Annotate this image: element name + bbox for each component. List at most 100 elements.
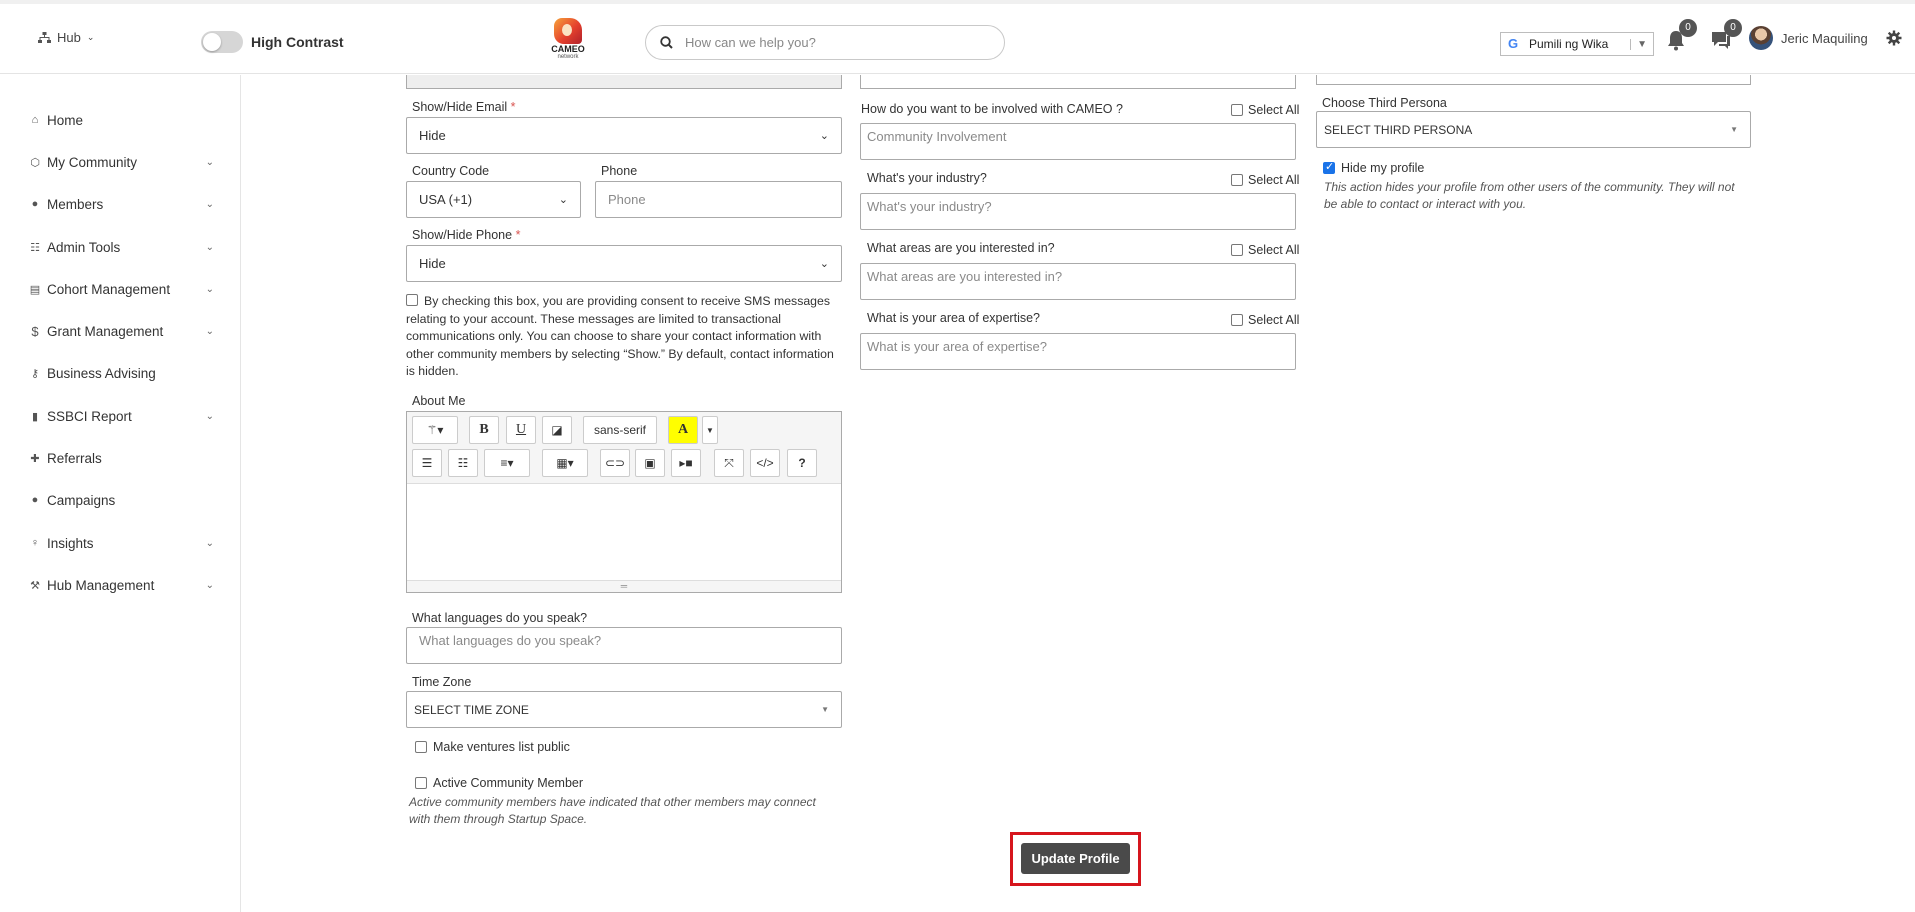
chevron-down-icon: ⌄ [819,258,829,270]
sidebar-item-label: Admin Tools [47,239,121,255]
expertise-input[interactable]: What is your area of expertise? [860,333,1296,370]
unordered-list-button[interactable]: ☰ [412,449,442,477]
user-plus-icon: ✚ [30,452,40,465]
interests-select-all[interactable]: Select All [1231,243,1299,257]
phone-label: Phone [601,164,638,178]
code-icon: </> [756,456,774,470]
ventures-public-option[interactable]: Make ventures list public [415,740,570,754]
timezone-value: SELECT TIME ZONE [414,702,529,717]
select-all-checkbox[interactable] [1231,104,1243,116]
dropdown-arrow-icon: ▼ [1730,125,1738,134]
image-button[interactable]: ▣ [635,449,665,477]
select-all-checkbox[interactable] [1231,244,1243,256]
hide-profile-option[interactable]: Hide my profile [1323,160,1424,175]
eraser-button[interactable]: ◪ [542,416,572,444]
sidebar-item-referrals[interactable]: ✚ Referrals [28,445,214,471]
expertise-label: What is your area of expertise? [867,311,1040,325]
help-button[interactable]: ? [787,449,817,477]
language-selector[interactable]: G Pumili ng Wika ▼ [1500,32,1654,56]
magic-wand-button[interactable]: ⚚▾ [412,416,458,444]
code-view-button[interactable]: </> [750,449,780,477]
bold-button[interactable]: B [469,416,499,444]
dropdown-arrow-icon: ▼ [821,705,829,714]
sidebar-item-my-community[interactable]: ⬡ My Community ⌄ [28,149,214,175]
gear-icon[interactable] [1886,30,1902,46]
search-input[interactable] [683,34,983,51]
active-member-option[interactable]: Active Community Member [415,776,583,790]
involvement-select-all[interactable]: Select All [1231,103,1299,117]
font-color-dropdown[interactable]: ▼ [702,416,718,444]
chevron-down-icon: ⌄ [205,156,214,168]
sidebar-item-home[interactable]: ⌂ Home [28,107,214,133]
chevron-down-icon: ⌄ [205,325,214,337]
numbered-list-icon: ☷ [457,456,469,470]
industry-label: What's your industry? [867,171,987,185]
email-field-clipped[interactable] [406,75,842,89]
second-persona-field-clipped[interactable] [1316,75,1751,85]
update-profile-button[interactable]: Update Profile [1021,843,1130,874]
hide-profile-checkbox[interactable] [1323,160,1335,174]
fullscreen-button[interactable]: ⤧ [714,449,744,477]
notifications-button[interactable]: 0 [1665,19,1697,55]
hub-menu[interactable]: Hub ⌄ [38,30,94,45]
toggle-switch[interactable] [201,31,243,53]
editor-resize-handle[interactable]: ═ [407,580,841,592]
involvement-input[interactable]: Community Involvement [860,123,1296,160]
phone-input[interactable]: Phone [595,181,842,218]
select-all-checkbox[interactable] [1231,174,1243,186]
select-all-checkbox[interactable] [1231,314,1243,326]
editor-toolbar: ⚚▾ B U ◪ sans-serif A ▼ ☰ ☷ ≡▾ ▦▾ ⊂⊃ ▣ ▸… [407,412,841,484]
active-member-checkbox[interactable] [415,777,427,789]
user-menu[interactable]: Jeric Maquiling [1749,26,1902,50]
top-bar: Hub ⌄ High Contrast CAMEO network G Pumi… [0,4,1915,74]
industry-input[interactable]: What's your industry? [860,193,1296,230]
country-code-select[interactable]: USA (+1) ⌄ [406,181,581,218]
link-icon: ⊂⊃ [604,456,626,470]
calendar-field-clipped[interactable] [860,75,1296,89]
ventures-public-checkbox[interactable] [415,741,427,753]
video-button[interactable]: ▸■ [671,449,701,477]
sidebar-item-label: My Community [47,154,138,170]
ordered-list-button[interactable]: ☷ [448,449,478,477]
sidebar-item-members[interactable]: ● Members ⌄ [28,191,214,217]
sidebar-item-label: Referrals [47,450,102,466]
sidebar-item-campaigns[interactable]: ● Campaigns [28,487,214,513]
cameo-logo[interactable]: CAMEO network [548,18,588,64]
cameo-logo-mark [554,18,582,44]
industry-select-all[interactable]: Select All [1231,173,1299,187]
sidebar-item-admin-tools[interactable]: ☷ Admin Tools ⌄ [28,234,214,260]
about-me-editor[interactable]: ⚚▾ B U ◪ sans-serif A ▼ ☰ ☷ ≡▾ ▦▾ ⊂⊃ ▣ ▸… [406,411,842,593]
underline-button[interactable]: U [506,416,536,444]
help-icon: ? [798,456,806,470]
sidebar-item-ssbci-report[interactable]: ▮ SSBCI Report ⌄ [28,403,214,429]
messages-button[interactable]: 0 [1710,19,1742,55]
third-persona-select[interactable]: SELECT THIRD PERSONA ▼ [1316,111,1751,148]
table-button[interactable]: ▦▾ [542,449,588,477]
search-bar[interactable] [645,25,1005,60]
show-email-select[interactable]: Hide ⌄ [406,117,842,154]
interests-input[interactable]: What areas are you interested in? [860,263,1296,300]
expertise-select-all[interactable]: Select All [1231,313,1299,327]
sidebar-item-insights[interactable]: ♀ Insights ⌄ [28,530,214,556]
sms-consent-checkbox[interactable] [406,294,418,307]
file-icon: ▮ [31,410,39,423]
font-color-button[interactable]: A [668,416,698,444]
third-persona-value: SELECT THIRD PERSONA [1324,122,1473,137]
font-family-button[interactable]: sans-serif [583,416,657,444]
sidebar-item-cohort-management[interactable]: ▤ Cohort Management ⌄ [28,276,214,302]
timezone-select[interactable]: SELECT TIME ZONE ▼ [406,691,842,728]
show-phone-select[interactable]: Hide ⌄ [406,245,842,282]
high-contrast-toggle[interactable]: High Contrast [201,31,344,53]
avatar[interactable] [1749,26,1773,50]
link-button[interactable]: ⊂⊃ [600,449,630,477]
sidebar-item-business-advising[interactable]: ⚷ Business Advising [28,360,214,386]
languages-input[interactable]: What languages do you speak? [406,627,842,664]
show-email-value: Hide [419,128,446,143]
sidebar-item-grant-management[interactable]: $ Grant Management ⌄ [28,318,214,344]
magic-wand-icon: ⚚▾ [426,423,444,437]
hide-profile-note: This action hides your profile from othe… [1324,180,1735,211]
paragraph-align-button[interactable]: ≡▾ [484,449,530,477]
high-contrast-label: High Contrast [251,34,344,50]
sidebar-item-hub-management[interactable]: ⚒ Hub Management ⌄ [28,572,214,598]
active-member-note: Active community members have indicated … [409,795,816,826]
